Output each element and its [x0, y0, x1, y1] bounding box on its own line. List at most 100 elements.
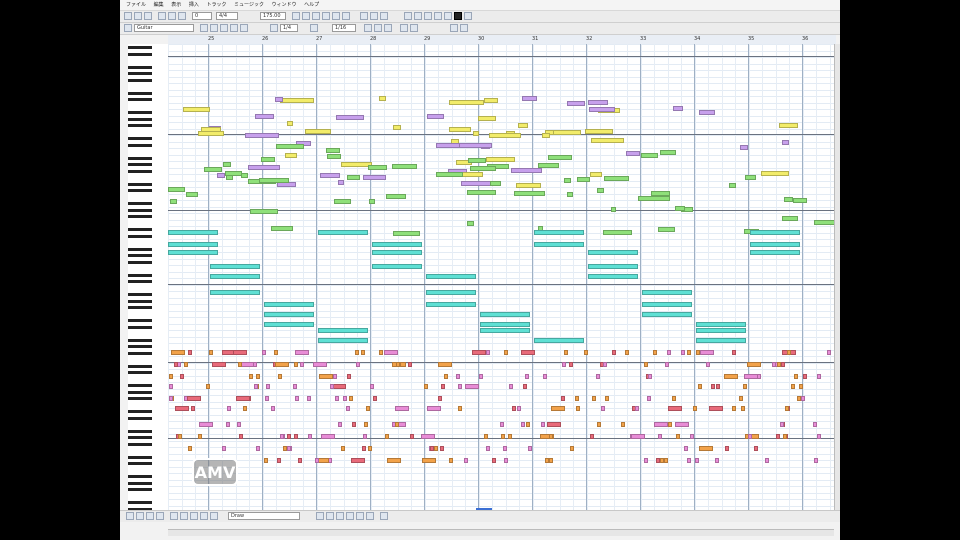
- midi-note[interactable]: [187, 396, 201, 401]
- midi-note[interactable]: [508, 434, 512, 439]
- copy-button[interactable]: [168, 12, 176, 20]
- black-key[interactable]: [128, 273, 152, 277]
- midi-note[interactable]: [249, 374, 253, 379]
- midi-note[interactable]: [278, 374, 282, 379]
- midi-note[interactable]: [518, 123, 528, 128]
- midi-note[interactable]: [772, 362, 776, 367]
- midi-note[interactable]: [588, 264, 638, 269]
- midi-note[interactable]: [511, 168, 542, 173]
- midi-note[interactable]: [327, 154, 341, 159]
- black-key[interactable]: [128, 65, 152, 69]
- midi-note[interactable]: [611, 207, 616, 212]
- midi-note[interactable]: [644, 362, 648, 367]
- midi-note[interactable]: [204, 167, 222, 172]
- new-file-button[interactable]: [124, 12, 132, 20]
- black-key[interactable]: [128, 442, 152, 446]
- midi-note[interactable]: [210, 290, 260, 295]
- midi-note[interactable]: [541, 422, 545, 427]
- midi-note[interactable]: [334, 199, 351, 204]
- black-key[interactable]: [128, 384, 152, 387]
- black-key[interactable]: [128, 325, 152, 329]
- midi-note[interactable]: [575, 396, 579, 401]
- black-key[interactable]: [128, 72, 152, 75]
- midi-note[interactable]: [700, 350, 714, 355]
- midi-note[interactable]: [168, 242, 218, 247]
- midi-note[interactable]: [744, 374, 758, 379]
- midi-note[interactable]: [782, 216, 798, 221]
- midi-note[interactable]: [693, 406, 697, 411]
- midi-note[interactable]: [690, 434, 694, 439]
- midi-note[interactable]: [427, 406, 441, 411]
- midi-note[interactable]: [422, 458, 436, 463]
- midi-note[interactable]: [501, 434, 505, 439]
- controller-view-button[interactable]: [374, 24, 382, 32]
- midi-note[interactable]: [470, 166, 496, 171]
- midi-note[interactable]: [253, 362, 257, 367]
- midi-note[interactable]: [569, 362, 573, 367]
- midi-note[interactable]: [321, 434, 335, 439]
- midi-note[interactable]: [709, 406, 723, 411]
- midi-note[interactable]: [603, 362, 607, 367]
- midi-note[interactable]: [239, 434, 243, 439]
- midi-note[interactable]: [478, 116, 496, 121]
- midi-note[interactable]: [521, 350, 535, 355]
- midi-note[interactable]: [660, 458, 664, 463]
- black-key[interactable]: [128, 163, 152, 166]
- black-key[interactable]: [128, 124, 152, 127]
- midi-note[interactable]: [472, 350, 486, 355]
- midi-note[interactable]: [660, 150, 676, 155]
- midi-note[interactable]: [681, 350, 685, 355]
- split-tool-button[interactable]: [240, 24, 248, 32]
- midi-note[interactable]: [699, 446, 713, 451]
- midi-note[interactable]: [355, 350, 359, 355]
- pointer-mode-icon[interactable]: [126, 512, 134, 520]
- midi-note[interactable]: [635, 406, 639, 411]
- transpose-button[interactable]: [380, 512, 388, 520]
- midi-note[interactable]: [725, 446, 729, 451]
- midi-note[interactable]: [597, 188, 604, 193]
- midi-note[interactable]: [245, 133, 279, 138]
- snap-toggle-button[interactable]: [404, 12, 412, 20]
- midi-note[interactable]: [732, 406, 736, 411]
- black-key[interactable]: [128, 189, 152, 192]
- midi-note[interactable]: [241, 173, 248, 178]
- menu-insert[interactable]: 挿入: [189, 0, 199, 10]
- midi-note[interactable]: [295, 350, 309, 355]
- midi-note[interactable]: [351, 458, 365, 463]
- midi-note[interactable]: [287, 121, 293, 126]
- midi-note[interactable]: [408, 362, 412, 367]
- track-selector[interactable]: Guitar: [134, 24, 194, 32]
- midi-note[interactable]: [206, 384, 210, 389]
- midi-note[interactable]: [687, 350, 691, 355]
- menu-file[interactable]: ファイル: [126, 0, 146, 10]
- beat-field[interactable]: 4/4: [216, 12, 238, 20]
- midi-note[interactable]: [366, 406, 370, 411]
- midi-note[interactable]: [386, 194, 406, 199]
- midi-note[interactable]: [169, 374, 173, 379]
- midi-note[interactable]: [271, 226, 293, 231]
- midi-note[interactable]: [577, 177, 590, 182]
- midi-note[interactable]: [699, 110, 715, 115]
- midi-note[interactable]: [305, 129, 331, 134]
- midi-note[interactable]: [564, 350, 568, 355]
- midi-note[interactable]: [794, 374, 798, 379]
- midi-note[interactable]: [184, 362, 188, 367]
- midi-note[interactable]: [264, 458, 268, 463]
- black-key[interactable]: [128, 455, 152, 459]
- midi-note[interactable]: [424, 384, 428, 389]
- black-key[interactable]: [128, 137, 152, 140]
- midi-note[interactable]: [665, 362, 669, 367]
- midi-note[interactable]: [817, 374, 821, 379]
- midi-note[interactable]: [827, 350, 831, 355]
- midi-note[interactable]: [209, 350, 213, 355]
- black-key[interactable]: [128, 254, 152, 257]
- step-input-button[interactable]: [450, 24, 458, 32]
- black-key[interactable]: [128, 345, 152, 348]
- midi-note[interactable]: [543, 374, 547, 379]
- midi-note[interactable]: [512, 406, 516, 411]
- midi-note[interactable]: [363, 434, 367, 439]
- midi-note[interactable]: [658, 227, 675, 232]
- menu-music[interactable]: ミュージック: [234, 0, 264, 10]
- midi-note[interactable]: [341, 446, 345, 451]
- draw-mode-icon[interactable]: [170, 512, 178, 520]
